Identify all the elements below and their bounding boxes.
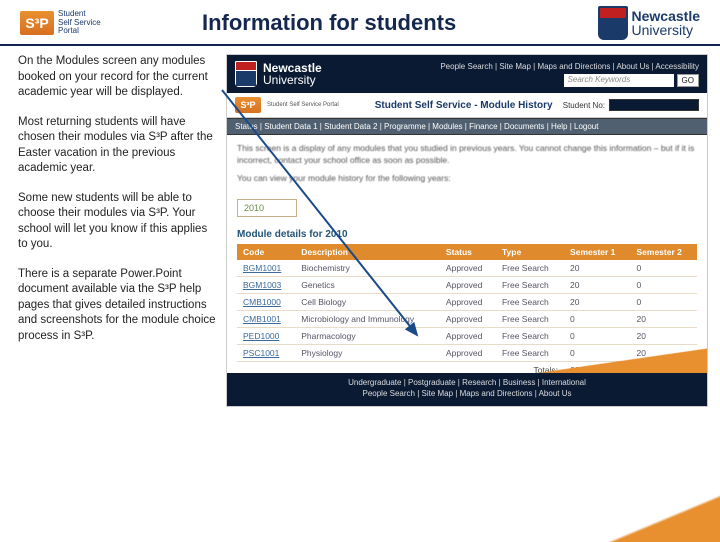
col-code: Code [237,244,295,260]
s3p-badge: S³P [20,11,54,35]
cell-status: Approved [440,276,496,293]
cell-desc: Genetics [295,276,440,293]
cell-desc: Pharmacology [295,327,440,344]
para-4: There is a separate Power.Point document… [18,267,218,345]
search-row: Search Keywords GO [440,74,699,87]
shield-icon [235,61,257,87]
explanatory-text: On the Modules screen any modules booked… [18,54,218,407]
col-s2: Semester 2 [631,244,698,260]
para-3: Some new students will be able to choose… [18,191,218,253]
search-input[interactable]: Search Keywords [564,74,674,87]
cell-type: Free Search [496,327,564,344]
table-row: BGM1001BiochemistryApprovedFree Search20… [237,260,697,277]
cell-status: Approved [440,310,496,327]
page-title: Information for students [61,10,598,36]
corner-decoration [602,492,720,542]
footer-line-2[interactable]: People Search | Site Map | Maps and Dire… [227,388,707,399]
cell-s2: 0 [631,276,698,293]
col-s1: Semester 1 [564,244,630,260]
col-desc: Description [295,244,440,260]
site-footer: Undergraduate | Postgraduate | Research … [227,373,707,405]
site-name: Newcastle University [263,62,322,86]
newcastle-logo: Newcastle University [598,6,700,40]
go-button[interactable]: GO [677,74,699,87]
cell-code[interactable]: BGM1003 [237,276,295,293]
table-header-row: Code Description Status Type Semester 1 … [237,244,697,260]
uni-name-sub: University [632,22,693,38]
cell-desc: Microbiology and Immunology [295,310,440,327]
footer-line-1[interactable]: Undergraduate | Postgraduate | Research … [227,377,707,388]
cell-desc: Cell Biology [295,293,440,310]
s3p-mini-badge: S³P [235,97,261,113]
table-row: CMB1001Microbiology and ImmunologyApprov… [237,310,697,327]
site-logo: Newcastle University [235,61,322,87]
cell-type: Free Search [496,293,564,310]
table-row: CMB1000Cell BiologyApprovedFree Search20… [237,293,697,310]
main-content: On the Modules screen any modules booked… [0,54,720,415]
student-number: Student No: [563,99,699,111]
site-topbar: Newcastle University People Search | Sit… [227,55,707,93]
student-no-label: Student No: [563,101,605,110]
sub-header: S³P Student Self Service Portal Student … [227,93,707,118]
cell-s1: 0 [564,310,630,327]
topbar-right: People Search | Site Map | Maps and Dire… [440,62,699,87]
cell-s2: 20 [631,327,698,344]
section-heading: Module details for 2010 [227,227,707,242]
table-row: BGM1003GeneticsApprovedFree Search200 [237,276,697,293]
year-selector[interactable]: 2010 [237,199,297,217]
cell-type: Free Search [496,276,564,293]
s3p-mini-text: Student Self Service Portal [267,102,339,108]
cell-s1: 0 [564,327,630,344]
screen-title: Student Self Service - Module History [375,100,553,111]
table-row: PED1000PharmacologyApprovedFree Search02… [237,327,697,344]
para-1: On the Modules screen any modules booked… [18,54,218,101]
col-status: Status [440,244,496,260]
footer-decoration [527,348,707,374]
shield-icon [598,6,628,40]
cell-code[interactable]: BGM1001 [237,260,295,277]
uni-name: Newcastle University [632,9,700,37]
cell-s2: 20 [631,310,698,327]
cell-s1: 20 [564,260,630,277]
cell-status: Approved [440,344,496,361]
cell-s1: 20 [564,293,630,310]
col-type: Type [496,244,564,260]
tab-bar[interactable]: Status | Student Data 1 | Student Data 2… [227,118,707,135]
cell-type: Free Search [496,310,564,327]
screen-description: This screen is a display of any modules … [227,135,707,193]
cell-status: Approved [440,293,496,310]
cell-code[interactable]: PSC1001 [237,344,295,361]
desc-line-1: This screen is a display of any modules … [237,143,697,167]
cell-status: Approved [440,327,496,344]
cell-type: Free Search [496,260,564,277]
cell-code[interactable]: CMB1001 [237,310,295,327]
cell-s2: 0 [631,260,698,277]
para-2: Most returning students will have chosen… [18,115,218,177]
embedded-screenshot: Newcastle University People Search | Sit… [226,54,708,407]
divider [0,44,720,46]
student-no-value [609,99,699,111]
cell-s1: 20 [564,276,630,293]
cell-code[interactable]: CMB1000 [237,293,295,310]
cell-desc: Biochemistry [295,260,440,277]
cell-s2: 0 [631,293,698,310]
cell-status: Approved [440,260,496,277]
utility-nav[interactable]: People Search | Site Map | Maps and Dire… [440,62,699,71]
cell-desc: Physiology [295,344,440,361]
slide-header: S³P Student Self Service Portal Informat… [0,0,720,44]
subhead-left: S³P Student Self Service Portal Student … [235,97,553,113]
desc-line-2: You can view your module history for the… [237,173,697,185]
cell-code[interactable]: PED1000 [237,327,295,344]
